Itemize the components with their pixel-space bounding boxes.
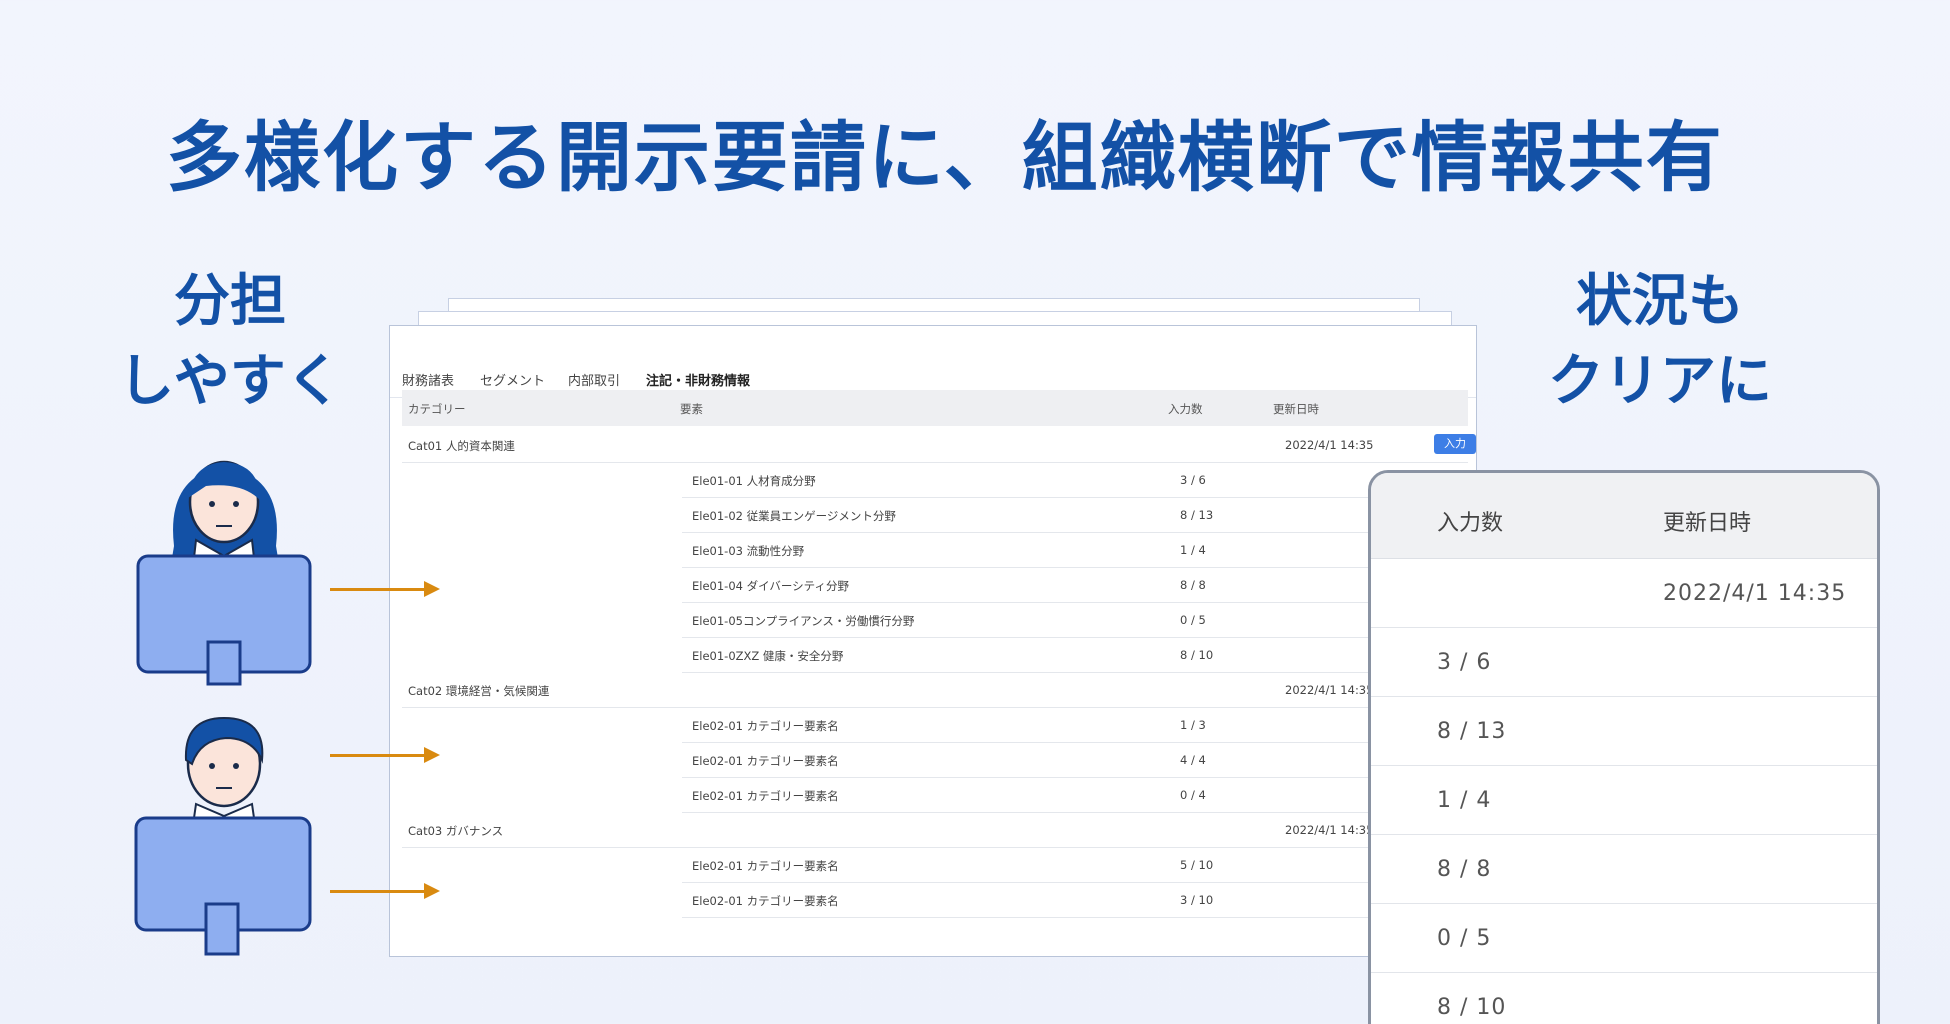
zoom-row: 8 / 8 [1371,835,1877,904]
count-cell: 1 / 4 [1180,543,1206,557]
element-row[interactable]: Ele01-01 人材育成分野 3 / 6 [682,463,1468,498]
zoom-row: 2022/4/1 14:35 [1371,559,1877,628]
zoom-count-cell: 3 / 6 [1437,650,1492,675]
zoom-count-cell: 8 / 13 [1437,719,1507,744]
element-cell: Ele02-01 カテゴリー要素名 [692,859,839,873]
right-caption-line-1: 状況も [1576,269,1744,334]
header-category: カテゴリー [408,402,466,416]
element-row[interactable]: Ele02-01 カテゴリー要素名 3 / 10 [682,883,1468,918]
table-header: カテゴリー 要素 入力数 更新日時 [402,390,1468,426]
element-cell: Ele01-02 従業員エンゲージメント分野 [692,509,896,523]
right-caption: 状況も クリアに [1530,262,1790,422]
count-cell: 0 / 5 [1180,613,1206,627]
zoom-row: 1 / 4 [1371,766,1877,835]
left-caption-line-1: 分担 [174,269,286,334]
category-cell: Cat02 環境経営・気候関連 [408,684,550,698]
element-cell: Ele02-01 カテゴリー要素名 [692,754,839,768]
right-caption-line-2: クリアに [1548,349,1772,414]
header-element: 要素 [680,402,703,416]
zoom-table-header: 入力数 更新日時 [1371,473,1877,559]
element-row[interactable]: Ele02-01 カテゴリー要素名 1 / 3 [682,708,1468,743]
zoom-row: 3 / 6 [1371,628,1877,697]
zoom-updated-cell: 2022/4/1 14:35 [1663,581,1847,606]
category-row[interactable]: Cat03 ガバナンス 2022/4/1 14:35 [402,813,1468,848]
arrow-right-icon [330,883,440,899]
element-row[interactable]: Ele02-01 カテゴリー要素名 0 / 4 [682,778,1468,813]
count-cell: 5 / 10 [1180,858,1214,872]
person-woman-at-monitor-icon [136,460,312,686]
zoom-row: 8 / 10 [1371,973,1877,1024]
category-row[interactable]: Cat02 環境経営・気候関連 2022/4/1 14:35 [402,673,1468,708]
tab-internal-transactions[interactable]: 内部取引 [568,370,620,389]
page-headline: 多様化する開示要請に、組織横断で情報共有 [166,113,1724,202]
element-cell: Ele01-03 流動性分野 [692,544,805,558]
arrow-right-icon [330,747,440,763]
zoomed-status-panel: 入力数 更新日時 2022/4/1 14:35 3 / 6 8 / 13 1 / 4 8… [1368,470,1880,1024]
element-cell: Ele02-01 カテゴリー要素名 [692,789,839,803]
tab-financial-statements[interactable]: 財務諸表 [402,370,454,389]
header-updated: 更新日時 [1273,402,1319,416]
zoom-count-cell: 0 / 5 [1437,926,1492,951]
element-cell: Ele01-0ZXZ 健康・安全分野 [692,649,844,663]
zoom-count-cell: 1 / 4 [1437,788,1492,813]
tab-segment[interactable]: セグメント [480,370,545,389]
zoom-header-updated: 更新日時 [1663,511,1752,536]
tab-notes-nonfinancial[interactable]: 注記・非財務情報 [646,370,750,389]
count-cell: 8 / 13 [1180,508,1214,522]
element-cell: Ele01-04 ダイバーシティ分野 [692,579,849,593]
input-button[interactable]: 入力 [1434,434,1476,454]
person-man-at-monitor-icon [134,716,312,956]
element-row[interactable]: Ele01-03 流動性分野 1 / 4 [682,533,1468,568]
left-caption: 分担 しやすく [110,262,350,422]
arrow-right-icon [330,581,440,597]
element-row[interactable]: Ele02-01 カテゴリー要素名 4 / 4 [682,743,1468,778]
count-cell: 8 / 8 [1180,578,1206,592]
element-cell: Ele02-01 カテゴリー要素名 [692,719,839,733]
zoom-row: 8 / 13 [1371,697,1877,766]
zoom-header-count: 入力数 [1437,511,1504,536]
zoom-count-cell: 8 / 10 [1437,995,1507,1020]
count-cell: 0 / 4 [1180,788,1206,802]
category-cell: Cat03 ガバナンス [408,824,504,838]
disclosure-table-window: 財務諸表 セグメント 内部取引 注記・非財務情報 カテゴリー 要素 入力数 更新… [389,325,1477,957]
left-caption-line-2: しやすく [118,349,342,414]
header-count: 入力数 [1168,402,1203,416]
updated-cell: 2022/4/1 14:35 [1285,823,1374,837]
element-cell: Ele02-01 カテゴリー要素名 [692,894,839,908]
element-row[interactable]: Ele01-05コンプライアンス・労働慣行分野 0 / 5 [682,603,1468,638]
element-row[interactable]: Ele01-04 ダイバーシティ分野 8 / 8 [682,568,1468,603]
updated-cell: 2022/4/1 14:35 [1285,438,1374,452]
category-cell: Cat01 人的資本関連 [408,439,515,453]
element-cell: Ele01-01 人材育成分野 [692,474,816,488]
count-cell: 3 / 10 [1180,893,1214,907]
count-cell: 8 / 10 [1180,648,1214,662]
zoom-count-cell: 8 / 8 [1437,857,1492,882]
category-row[interactable]: Cat01 人的資本関連 2022/4/1 14:35 入力 [402,428,1476,463]
count-cell: 1 / 3 [1180,718,1206,732]
element-row[interactable]: Ele02-01 カテゴリー要素名 5 / 10 [682,848,1468,883]
element-row[interactable]: Ele01-0ZXZ 健康・安全分野 8 / 10 [682,638,1468,673]
zoom-row: 0 / 5 [1371,904,1877,973]
updated-cell: 2022/4/1 14:35 [1285,683,1374,697]
count-cell: 3 / 6 [1180,473,1206,487]
element-cell: Ele01-05コンプライアンス・労働慣行分野 [692,614,915,628]
count-cell: 4 / 4 [1180,753,1206,767]
element-row[interactable]: Ele01-02 従業員エンゲージメント分野 8 / 13 [682,498,1468,533]
